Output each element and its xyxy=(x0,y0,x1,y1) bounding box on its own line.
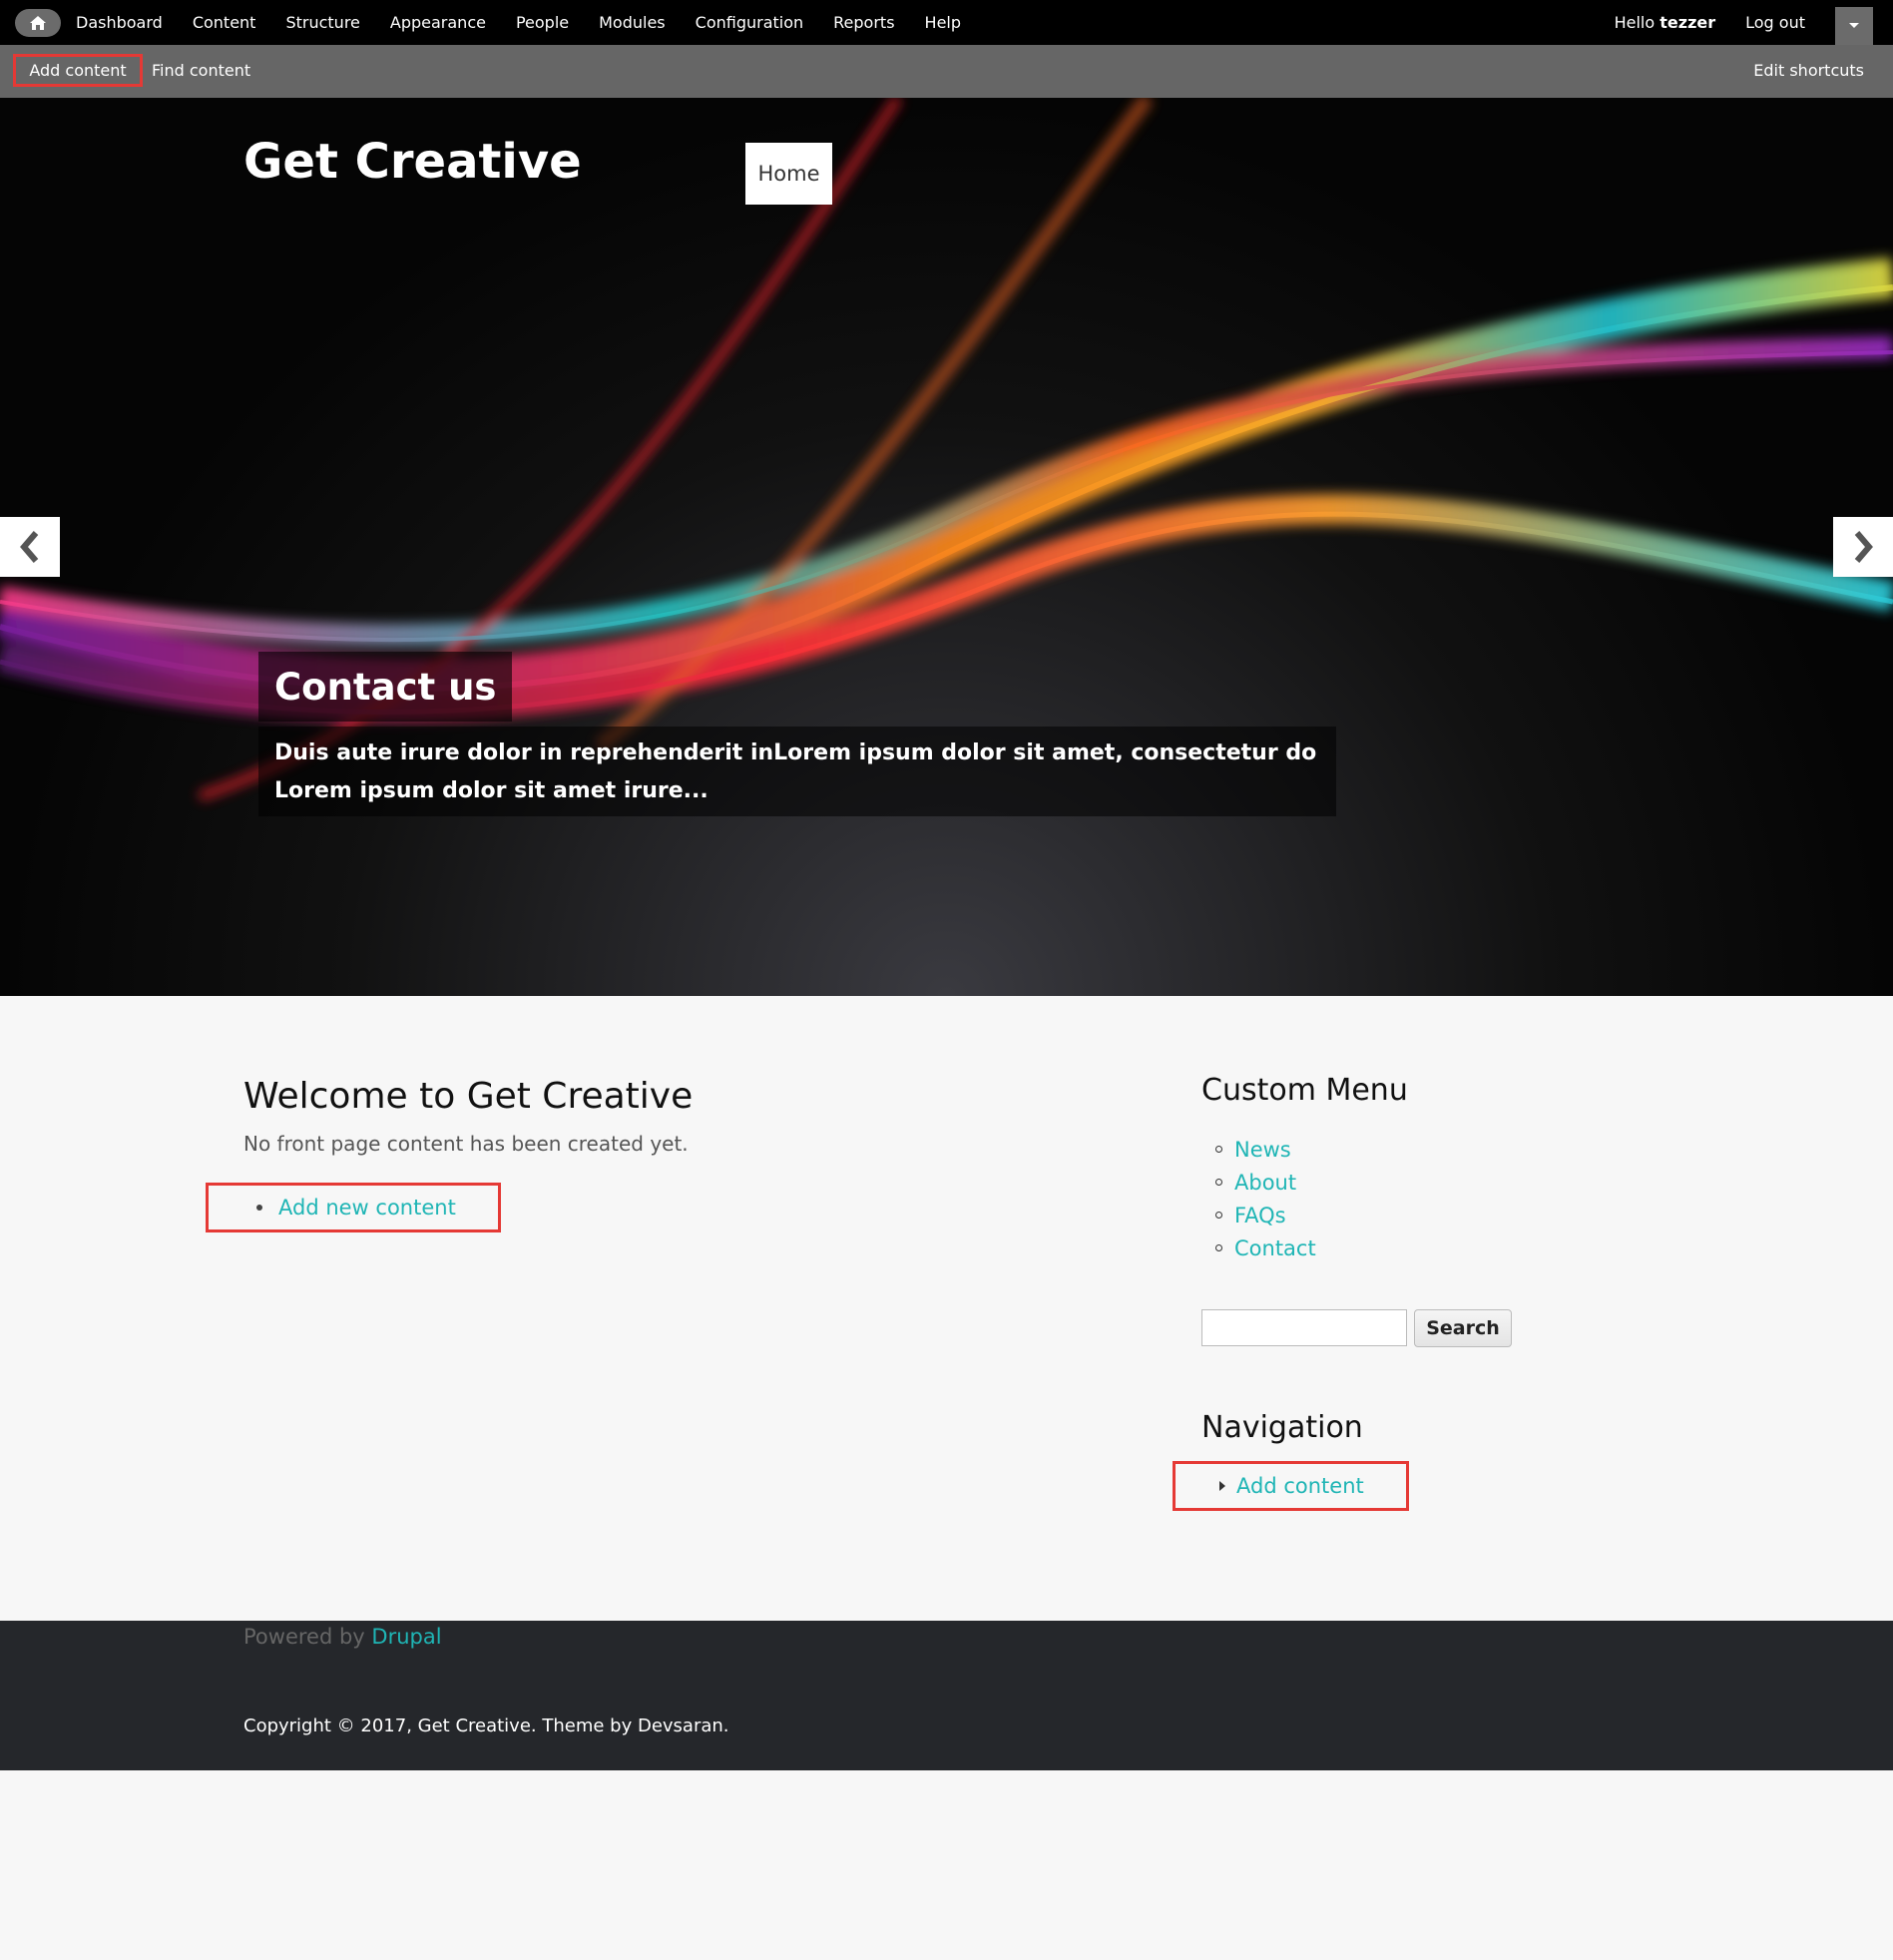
admin-menu-help[interactable]: Help xyxy=(925,13,961,32)
house-icon xyxy=(30,16,46,30)
admin-menu-content[interactable]: Content xyxy=(193,13,256,32)
custom-menu-link-about[interactable]: About xyxy=(1234,1171,1296,1195)
footer: Powered by Drupal Copyright © 2017, Get … xyxy=(0,1621,1893,1770)
main-menu-home[interactable]: Home xyxy=(745,143,832,205)
custom-menu: News About FAQs Contact xyxy=(1215,1133,1316,1264)
admin-user-area: Hello tezzer Log out xyxy=(1615,0,1805,45)
admin-menu-structure[interactable]: Structure xyxy=(285,13,359,32)
chevron-right-icon xyxy=(1854,531,1873,563)
navigation-link-add-content[interactable]: Add content xyxy=(1236,1474,1364,1498)
slide-caption-text: Duis aute irure dolor in reprehenderit i… xyxy=(258,727,1336,816)
admin-menu-modules[interactable]: Modules xyxy=(599,13,666,32)
admin-menu-people[interactable]: People xyxy=(516,13,569,32)
search-button[interactable]: Search xyxy=(1414,1309,1512,1347)
shortcut-bar: Add content Find content Edit shortcuts xyxy=(0,45,1893,98)
abstract-waves-image xyxy=(0,98,1893,801)
edit-shortcuts-link[interactable]: Edit shortcuts xyxy=(1753,54,1864,87)
greeting-prefix: Hello xyxy=(1614,13,1656,32)
navigation-title: Navigation xyxy=(1201,1410,1363,1445)
bullet-icon xyxy=(1215,1244,1222,1251)
admin-menu: Dashboard Content Structure Appearance P… xyxy=(76,0,991,45)
logout-link[interactable]: Log out xyxy=(1745,13,1805,32)
navigation-item-add-content: Add content xyxy=(1173,1461,1409,1511)
admin-menu-appearance[interactable]: Appearance xyxy=(390,13,486,32)
shortcut-toggle-button[interactable] xyxy=(1835,7,1873,45)
chevron-down-icon xyxy=(1849,23,1859,28)
caret-right-icon xyxy=(1219,1481,1225,1491)
site-name[interactable]: Get Creative xyxy=(243,134,582,190)
slider-prev-button[interactable] xyxy=(0,517,60,577)
slide-caption-title[interactable]: Contact us xyxy=(258,652,513,722)
custom-menu-item-news: News xyxy=(1215,1133,1316,1166)
custom-menu-title: Custom Menu xyxy=(1201,1073,1408,1108)
slider-next-button[interactable] xyxy=(1833,517,1893,577)
search-input[interactable] xyxy=(1201,1309,1407,1346)
powered-prefix: Powered by xyxy=(243,1625,365,1649)
hero-slider: Get Creative Home Contact us Duis aute i… xyxy=(0,98,1893,996)
shortcut-find-content[interactable]: Find content xyxy=(152,54,250,87)
copyright-text: Copyright © 2017, Get Creative. Theme by… xyxy=(243,1715,729,1736)
custom-menu-item-faqs: FAQs xyxy=(1215,1199,1316,1231)
add-new-content-link[interactable]: Add new content xyxy=(278,1196,456,1220)
custom-menu-link-news[interactable]: News xyxy=(1234,1138,1291,1162)
bullet-icon xyxy=(256,1205,262,1211)
page-title: Welcome to Get Creative xyxy=(243,1076,694,1117)
bullet-icon xyxy=(1215,1146,1222,1153)
chevron-left-icon xyxy=(20,531,39,563)
username-link[interactable]: tezzer xyxy=(1659,13,1715,32)
drupal-link[interactable]: Drupal xyxy=(371,1625,441,1649)
admin-toolbar: Dashboard Content Structure Appearance P… xyxy=(0,0,1893,45)
powered-by: Powered by Drupal xyxy=(243,1625,442,1649)
admin-menu-configuration[interactable]: Configuration xyxy=(696,13,804,32)
bullet-icon xyxy=(1215,1179,1222,1186)
custom-menu-item-contact: Contact xyxy=(1215,1231,1316,1264)
custom-menu-item-about: About xyxy=(1215,1166,1316,1199)
bullet-icon xyxy=(1215,1212,1222,1219)
user-greeting: Hello tezzer xyxy=(1615,13,1716,32)
custom-menu-link-faqs[interactable]: FAQs xyxy=(1234,1204,1286,1227)
shortcut-add-content[interactable]: Add content xyxy=(13,54,143,87)
page-subtitle: No front page content has been created y… xyxy=(243,1132,689,1156)
custom-menu-link-contact[interactable]: Contact xyxy=(1234,1236,1316,1260)
home-icon[interactable] xyxy=(15,9,61,37)
admin-menu-dashboard[interactable]: Dashboard xyxy=(76,13,163,32)
admin-menu-reports[interactable]: Reports xyxy=(833,13,894,32)
add-new-content-item: Add new content xyxy=(206,1183,501,1232)
